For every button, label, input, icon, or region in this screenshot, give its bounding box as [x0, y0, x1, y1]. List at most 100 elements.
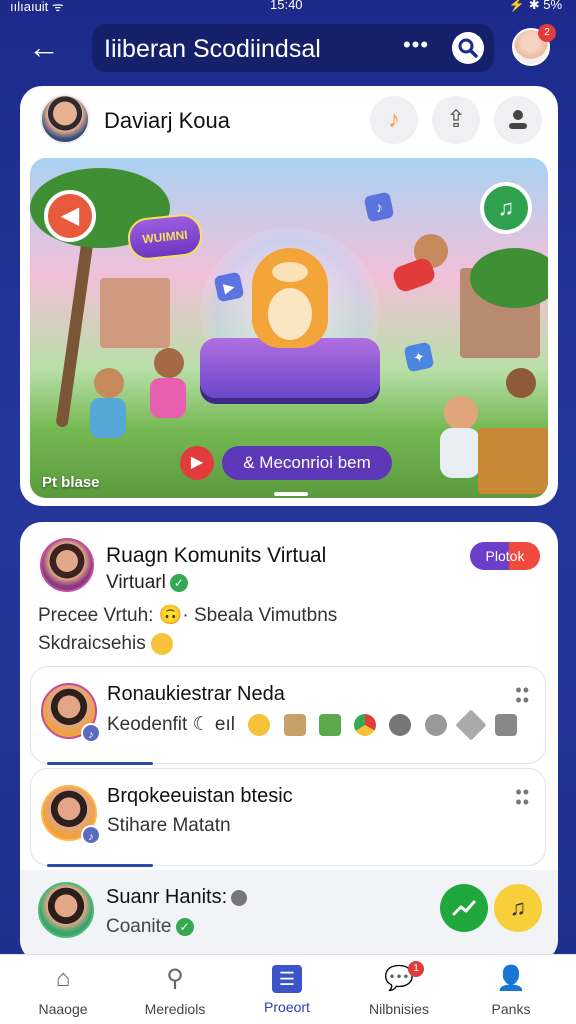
now-playing-avatar: [38, 882, 94, 938]
list-item-title: Ronaukiestrar Neda: [107, 683, 285, 705]
featured-banner[interactable]: WUIMNI ◀ ♫ ♪ ▶ ✦ ▶ & Meconrioi bem Pt bl…: [30, 158, 548, 498]
bottom-navigation: ⌂ Naaoge ⚲ Merediols ☰ Proeort 💬 1 Nilbn…: [0, 954, 576, 1024]
user-avatar[interactable]: [40, 94, 90, 144]
bear-belly: [268, 288, 312, 340]
now-playing-strip[interactable]: Suanr Hanits: Coanite ✓ ♫: [20, 870, 558, 962]
kid-body-middle: [150, 378, 186, 418]
notification-badge: 2: [538, 24, 556, 42]
list-icon: ☰: [272, 965, 302, 993]
trend-action-button[interactable]: [440, 884, 488, 932]
drag-handle-icon[interactable]: • • • •: [515, 783, 529, 811]
search-icon: ⚲: [166, 965, 184, 992]
search-icon: [458, 38, 478, 58]
more-options-button[interactable]: •••: [400, 30, 432, 62]
nav-label: Proeort: [264, 999, 310, 1015]
audio-indicator-icon: ♪: [81, 723, 101, 743]
search-button[interactable]: [452, 32, 484, 64]
page-title: Iiiberan Scodiindsal: [104, 35, 321, 63]
kid-head-right: [444, 396, 478, 430]
list-item-subtitle: Stihare Matatn: [107, 815, 231, 836]
app-header: ← Iiiberan Scodiindsal ••• 2: [0, 22, 576, 74]
list-item-subtitle-text: Keodenfit ☾ eıl: [107, 714, 235, 735]
status-bar: ıılıaıuit ᯤ 15:40 ⚡ ✱ 5%: [0, 0, 576, 14]
kid-head-left: [94, 368, 124, 398]
now-playing-subtitle-text: Coanite: [106, 916, 172, 937]
room-avatar[interactable]: [40, 538, 94, 592]
community-card: Ruagn Komunits Virtual Virtuarl ✓ Plotok …: [20, 522, 558, 962]
puzzle-emoji-icon: [318, 713, 341, 736]
signal-indicator: ıılıaıuit ᯤ: [10, 0, 64, 14]
room-title: Ruagn Komunits Virtual: [106, 544, 327, 567]
list-item[interactable]: ♪ Brqokeeuistan btesic Stihare Matatn • …: [30, 768, 546, 867]
room-description-line2-text: Skdraicsehis: [38, 633, 146, 654]
room-description-line1: Precee Vrtuh: 🙃· Sbeala Vimutbns: [38, 605, 338, 626]
nav-label: Panks: [491, 1001, 531, 1017]
music-action-button[interactable]: ♫: [494, 884, 542, 932]
user-name: Daviarj Koua: [104, 108, 230, 133]
heart-face-emoji-icon: [248, 713, 271, 736]
room-subtitle-text: Virtuarl: [106, 572, 166, 593]
star-emoji-icon: [455, 709, 487, 741]
room-description-line2: Skdraicsehis: [38, 630, 538, 658]
chat-badge: 1: [408, 961, 424, 977]
now-playing-subtitle: Coanite ✓: [106, 916, 194, 938]
nav-item-profile[interactable]: 👤 Panks: [456, 963, 566, 1023]
featured-card: Daviarj Koua ♪ ⇪ WUIMNI ◀ ♫ ♪ ▶ ✦ ▶ & Me…: [20, 86, 558, 506]
drag-handle-icon[interactable]: • • • •: [515, 681, 529, 709]
verified-icon: ✓: [175, 917, 194, 936]
audio-indicator-icon: ♪: [81, 825, 101, 845]
music-note-icon: ♪: [363, 191, 395, 223]
list-item-progress: [47, 864, 153, 867]
banner-action-button[interactable]: & Meconrioi bem: [222, 446, 392, 480]
treasure-box: [478, 428, 548, 494]
battery-indicator: ⚡ ✱ 5%: [508, 0, 562, 12]
share-icon[interactable]: ⇪: [432, 96, 480, 144]
ball-emoji-icon: [354, 713, 377, 736]
now-playing-title: Suanr Hanits:: [106, 886, 248, 909]
list-item[interactable]: ♪ Ronaukiestrar Neda Keodenfit ☾ eıl • •…: [30, 666, 546, 765]
trend-icon: [452, 900, 476, 916]
nav-label: Nilbnisies: [369, 1001, 429, 1017]
box-emoji-icon: [283, 713, 306, 736]
megaphone-icon[interactable]: ◀: [44, 190, 96, 242]
banner-caption: Pt blase: [42, 474, 100, 491]
title-bar: Iiiberan Scodiindsal •••: [92, 24, 494, 72]
kid-body-right: [440, 428, 480, 478]
music-notes-icon[interactable]: ♫: [480, 182, 532, 234]
list-item-subtitle: Keodenfit ☾ eıl: [107, 709, 518, 741]
house-left: [100, 278, 170, 348]
nav-item-list[interactable]: ☰ Proeort: [232, 963, 342, 1023]
list-item-title: Brqokeeuistan btesic: [107, 785, 293, 807]
now-playing-title-text: Suanr Hanits:: [106, 886, 228, 908]
carousel-indicator[interactable]: [274, 492, 308, 496]
status-dot-icon: [231, 889, 248, 906]
person-glyph: [509, 110, 527, 129]
back-arrow-icon[interactable]: ←: [28, 30, 68, 66]
person-icon[interactable]: [494, 96, 542, 144]
nav-label: Merediols: [144, 1001, 206, 1017]
room-description: Precee Vrtuh: 🙃· Sbeala Vimutbns Skdraic…: [38, 602, 538, 658]
live-badge[interactable]: Plotok: [470, 542, 540, 570]
no-entry-emoji-icon: [389, 713, 412, 736]
reaction-row: [240, 709, 518, 741]
clock-emoji-icon: [424, 713, 447, 736]
monkey-character: [506, 368, 536, 398]
nav-item-search[interactable]: ⚲ Merediols: [120, 963, 230, 1023]
bird-emoji-icon: [495, 713, 518, 736]
nav-item-home[interactable]: ⌂ Naaoge: [8, 963, 118, 1023]
kid-body-left: [90, 398, 126, 438]
play-icon: ▶: [213, 271, 245, 303]
kid-head-middle: [154, 348, 184, 378]
play-button[interactable]: ▶: [180, 446, 214, 480]
clock: 15:40: [270, 0, 303, 12]
sparkle-icon: ✦: [403, 341, 435, 373]
room-subtitle: Virtuarl ✓: [106, 572, 188, 594]
bear-face: [272, 262, 308, 282]
smile-emoji-icon: [151, 632, 173, 655]
home-icon: ⌂: [55, 965, 71, 992]
verified-icon: ✓: [169, 573, 188, 592]
profile-icon: 👤: [496, 965, 526, 992]
nav-label: Naaoge: [38, 1001, 88, 1017]
nav-item-chat[interactable]: 💬 1 Nilbnisies: [344, 961, 454, 1023]
music-icon[interactable]: ♪: [370, 96, 418, 144]
